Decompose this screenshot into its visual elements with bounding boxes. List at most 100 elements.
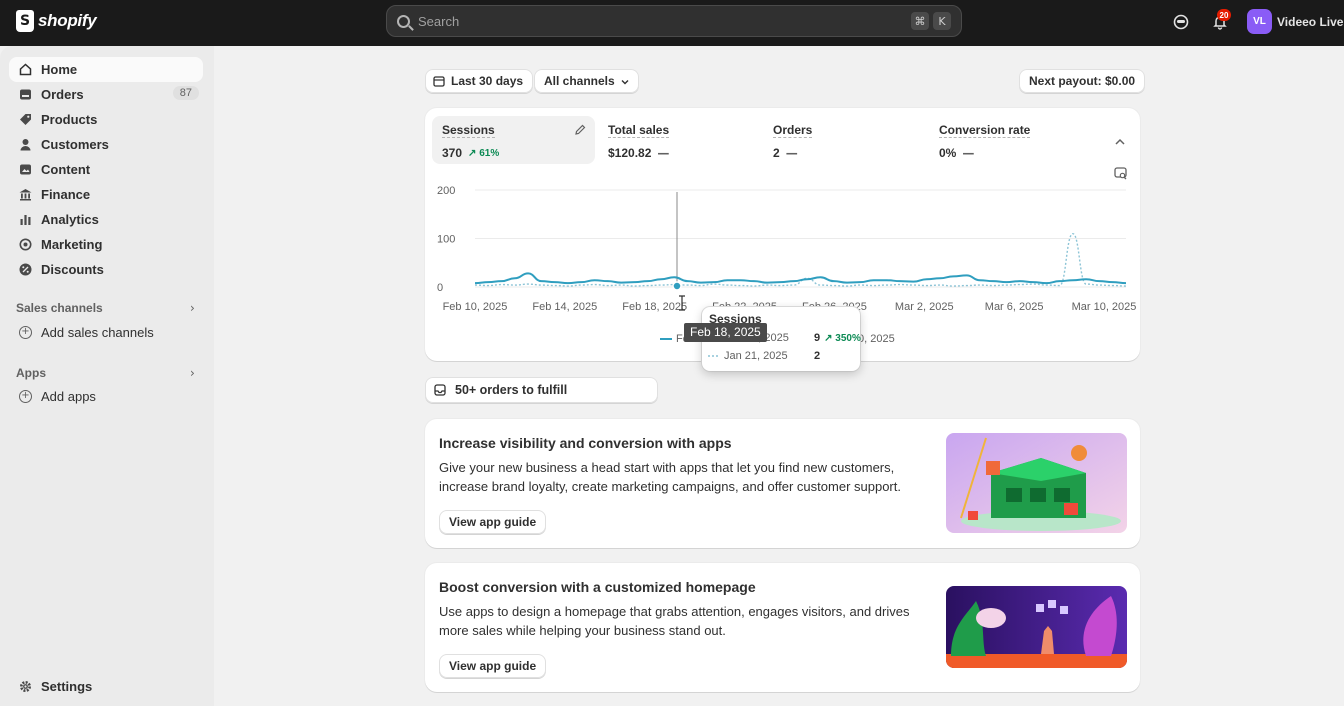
metric-value: $120.82: [608, 146, 652, 160]
top-bar: shopify ⌘ K 20 VL Videeo Live: [0, 0, 1344, 46]
home-icon: [19, 63, 32, 76]
trend-percent: 61%: [479, 147, 500, 159]
legend-previous-period: 0, 2025: [858, 333, 895, 345]
plus-circle-icon: +: [19, 326, 32, 339]
orders-to-fulfill-card[interactable]: 50+ orders to fulfill: [425, 377, 658, 403]
brand-wordmark: shopify: [38, 11, 97, 30]
channels-dropdown[interactable]: All channels: [534, 69, 639, 93]
command-key-hint: ⌘: [911, 12, 929, 30]
button-label: View app guide: [449, 515, 537, 529]
plus-circle-icon: +: [19, 390, 32, 403]
legend-solid-swatch: [660, 338, 672, 340]
metric-label: Total sales: [608, 123, 670, 138]
hover-date-label: Feb 18, 2025: [684, 323, 767, 342]
chart-options-icon[interactable]: [1114, 167, 1127, 183]
metric-sessions[interactable]: Sessions 370 ↗ 61%: [432, 116, 595, 164]
sidebar-item-label: Analytics: [41, 212, 99, 227]
promo-card-homepage: Boost conversion with a customized homep…: [425, 563, 1140, 692]
metric-label: Conversion rate: [939, 123, 1031, 138]
add-apps-label: Add apps: [41, 389, 96, 404]
sidebar: Home Orders 87 Products Customers Conten…: [0, 46, 214, 706]
channels-label: All channels: [544, 74, 615, 88]
search-bar[interactable]: ⌘ K: [386, 5, 962, 37]
orders-to-fulfill-label: 50+ orders to fulfill: [455, 383, 568, 397]
next-payout-button[interactable]: Next payout: $0.00: [1019, 69, 1146, 93]
person-icon: [19, 138, 32, 151]
sidebar-item-label: Settings: [41, 679, 93, 694]
sidebar-item-orders[interactable]: Orders 87: [9, 82, 203, 107]
apps-heading: Apps: [16, 366, 46, 380]
promo-title: Increase visibility and conversion with …: [439, 435, 732, 451]
tooltip-current-value: 9: [814, 332, 821, 344]
search-icon: [397, 14, 410, 28]
shopify-logo[interactable]: shopify: [16, 10, 97, 32]
metric-value: 0%: [939, 146, 957, 160]
store-name[interactable]: Videeo Live: [1277, 15, 1343, 29]
metric-total-sales[interactable]: Total sales $120.82 —: [598, 116, 758, 164]
metric-label: Sessions: [442, 123, 495, 138]
orders-icon: [19, 88, 32, 101]
shopify-bag-icon: [16, 10, 34, 32]
inbox-icon: [434, 384, 446, 399]
sidebar-item-label: Customers: [41, 137, 109, 152]
sidebar-item-settings[interactable]: Settings: [9, 674, 203, 699]
date-range-button[interactable]: Last 30 days: [425, 69, 534, 93]
sidebar-item-products[interactable]: Products: [9, 107, 203, 132]
content-icon: [19, 163, 32, 176]
no-change-dash-icon: —: [962, 146, 975, 160]
gear-icon: [19, 680, 32, 693]
trend-up-badge: ↗ 350%: [824, 332, 861, 344]
promo-illustration-homepage: [946, 586, 1127, 668]
sidebar-item-label: Finance: [41, 187, 91, 202]
view-app-guide-button[interactable]: View app guide: [439, 510, 547, 534]
date-range-label: Last 30 days: [451, 74, 524, 88]
sidebar-item-finance[interactable]: Finance: [9, 182, 203, 207]
bar-chart-icon: [19, 213, 32, 226]
chevron-right-icon[interactable]: ›: [190, 301, 195, 315]
metric-conversion-rate[interactable]: Conversion rate 0% —: [929, 116, 1089, 164]
tag-icon: [19, 113, 32, 126]
sidebar-item-label: Products: [41, 112, 98, 127]
promo-text: Give your new business a head start with…: [439, 460, 901, 494]
promo-card-apps: Increase visibility and conversion with …: [425, 419, 1140, 548]
add-apps-link[interactable]: + Add apps: [9, 384, 203, 409]
promo-title: Boost conversion with a customized homep…: [439, 579, 756, 595]
sidebar-item-marketing[interactable]: Marketing: [9, 232, 203, 257]
calendar-icon: [433, 75, 445, 90]
chevron-right-icon[interactable]: ›: [190, 366, 195, 380]
tooltip-change: 350%: [835, 332, 861, 344]
tooltip-previous-row: Jan 21, 2025 2: [708, 350, 820, 362]
target-icon: [19, 238, 32, 251]
k-key-hint: K: [933, 12, 951, 30]
tooltip-previous-date: Jan 21, 2025: [724, 350, 788, 362]
sidebar-item-analytics[interactable]: Analytics: [9, 207, 203, 232]
pencil-icon[interactable]: [574, 124, 586, 139]
add-sales-channels-link[interactable]: + Add sales channels: [9, 320, 203, 345]
sidebar-item-label: Home: [41, 62, 78, 77]
search-input[interactable]: [418, 13, 907, 29]
chevron-up-icon[interactable]: [1114, 135, 1126, 150]
sidebar-item-customers[interactable]: Customers: [9, 132, 203, 157]
promo-text: Use apps to design a homepage that grabs…: [439, 604, 910, 638]
no-change-dash-icon: —: [785, 146, 798, 160]
promo-illustration-storefront: [946, 433, 1127, 533]
notification-badge: 20: [1217, 9, 1231, 21]
avatar[interactable]: VL: [1247, 9, 1272, 34]
next-payout-label: Next payout: $0.00: [1029, 74, 1136, 88]
sidebar-item-content[interactable]: Content: [9, 157, 203, 182]
legend-dotted-swatch: [708, 355, 720, 357]
no-change-dash-icon: —: [657, 146, 670, 160]
metric-value: 370: [442, 146, 463, 160]
metric-value: 2: [773, 146, 780, 160]
discount-icon: [19, 263, 32, 276]
add-sales-channels-label: Add sales channels: [41, 325, 154, 340]
button-label: View app guide: [449, 659, 537, 673]
metric-label: Orders: [773, 123, 813, 138]
assistant-icon[interactable]: [1171, 12, 1191, 32]
sidebar-item-home[interactable]: Home: [9, 57, 203, 82]
view-app-guide-button[interactable]: View app guide: [439, 654, 547, 678]
metric-orders[interactable]: Orders 2 —: [763, 116, 923, 164]
sidebar-item-discounts[interactable]: Discounts: [9, 257, 203, 282]
trend-up-badge: ↗ 61%: [468, 147, 500, 159]
sidebar-item-label: Discounts: [41, 262, 104, 277]
